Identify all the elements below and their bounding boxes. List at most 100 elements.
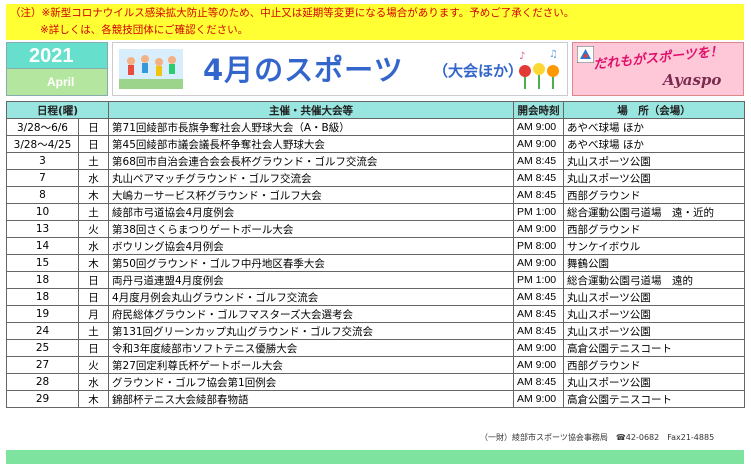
table-row: 18 日両丹弓道連盟4月度例会 PM 1:00 総合運動公園弓道場 遠的	[6, 271, 746, 289]
table-row: 3/28～6/6 日第71回綾部市長旗争奪社会人野球大会（A・B級） AM 9:00…	[6, 118, 746, 136]
cell-event: 第27回定利尊氏杯ゲートボール大会	[108, 356, 515, 374]
cell-event: 令和3年度綾部市ソフトテニス優勝大会	[108, 339, 515, 357]
column-header-venue: 場 所（会場）	[563, 101, 746, 119]
cell-date: 10	[6, 203, 79, 221]
cell-date: 3	[6, 152, 79, 170]
logo-brand: Ayaspo	[663, 71, 722, 89]
column-header-event: 主催・共催大会等	[108, 101, 515, 119]
cell-day: 木	[77, 254, 110, 272]
table-row: 15 木第50回グラウンド・ゴルフ中丹地区春季大会 AM 9:00 舞鶴公園	[6, 254, 746, 272]
cell-date: 29	[6, 390, 79, 408]
cell-time: AM 9:00	[513, 254, 565, 272]
cell-event: 第38回さくらまつりゲートボール大会	[108, 220, 515, 238]
table-row: 18 日 4月度月例会丸山グラウンド・ゴルフ交流会 AM 8:45 丸山スポーツ公園	[6, 288, 746, 306]
cell-day: 木	[77, 186, 110, 204]
cell-date: 18	[6, 271, 79, 289]
cell-day: 土	[77, 152, 110, 170]
cell-day: 日	[77, 339, 110, 357]
cell-event: 大嶋カーサービス杯グラウンド・ゴルフ大会	[108, 186, 515, 204]
cell-date: 15	[6, 254, 79, 272]
cell-day: 水	[77, 237, 110, 255]
cell-venue: 丸山スポーツ公園	[563, 152, 746, 170]
table-row: 19 月府民総体グラウンド・ゴルフマスターズ大会選考会 AM 8:45 丸山スポーツ公…	[6, 305, 746, 323]
cell-event: 両丹弓道連盟4月度例会	[108, 271, 515, 289]
notice-banner: （注）※新型コロナウイルス感染拡大防止等のため、中止又は延期等変更になる場合があ…	[6, 4, 744, 40]
cell-event: 第131回グリーンカップ丸山グラウンド・ゴルフ交流会	[108, 322, 515, 340]
table-row: 24 土第131回グリーンカップ丸山グラウンド・ゴルフ交流会 AM 8:45 丸山スポ…	[6, 322, 746, 340]
notice-line-2: ※詳しくは、各競技団体にご確認ください。	[40, 24, 249, 36]
cell-venue: 丸山スポーツ公園	[563, 169, 746, 187]
cell-event: 府民総体グラウンド・ゴルフマスターズ大会選考会	[108, 305, 515, 323]
table-row: 29 木錦部杯テニス大会綾部春物語 AM 9:00 高倉公園テニスコート	[6, 390, 746, 408]
cell-venue: 丸山スポーツ公園	[563, 373, 746, 391]
cell-time: AM 9:00	[513, 339, 565, 357]
table-row: 27 火第27回定利尊氏杯ゲートボール大会 AM 9:00 西部グラウンド	[6, 356, 746, 374]
cell-venue: 丸山スポーツ公園	[563, 322, 746, 340]
svg-text:♪: ♪	[519, 51, 525, 62]
cell-venue: 高倉公園テニスコート	[563, 339, 746, 357]
cell-venue: 西部グラウンド	[563, 186, 746, 204]
cell-event: ボウリング協会4月例会	[108, 237, 515, 255]
cell-day: 火	[77, 356, 110, 374]
cell-venue: 総合運動公園弓道場 遠的	[563, 271, 746, 289]
cell-day: 日	[77, 118, 110, 136]
cell-date: 13	[6, 220, 79, 238]
table-row: 8 木大嶋カーサービス杯グラウンド・ゴルフ大会 AM 8:45 西部グラウンド	[6, 186, 746, 204]
cell-time: AM 9:00	[513, 135, 565, 153]
cell-time: AM 9:00	[513, 118, 565, 136]
cell-day: 木	[77, 390, 110, 408]
cell-time: AM 8:45	[513, 322, 565, 340]
cell-event: 4月度月例会丸山グラウンド・ゴルフ交流会	[108, 288, 515, 306]
table-row: 10 土綾部市弓道協会4月度例会 PM 1:00 総合運動公園弓道場 遠・近的	[6, 203, 746, 221]
runners-illustration	[119, 49, 183, 89]
cell-time: AM 8:45	[513, 152, 565, 170]
cell-venue: 総合運動公園弓道場 遠・近的	[563, 203, 746, 221]
table-row: 3/28～4/25 日第45回綾部市議会議長杯争奪社会人野球大会 AM 9:00 あや…	[6, 135, 746, 153]
cell-event: 綾部市弓道協会4月度例会	[108, 203, 515, 221]
table-row: 3 土第68回市自治会連合会会長杯グラウンド・ゴルフ交流会 AM 8:45 丸山スポー…	[6, 152, 746, 170]
footer-contact: （一財）綾部市スポーツ協会事務局 ☎42-0682 Fax21-4885	[480, 433, 715, 442]
cell-time: AM 9:00	[513, 356, 565, 374]
cell-day: 日	[77, 288, 110, 306]
page-subtitle: （大会ほか）	[433, 62, 524, 80]
table-row: 14 水ボウリング協会4月例会 PM 8:00 サンケイボウル	[6, 237, 746, 255]
cell-day: 土	[77, 322, 110, 340]
cell-date: 3/28～6/6	[6, 118, 79, 136]
title-banner: 4月のスポーツ （大会ほか） ♪ ♫	[112, 42, 568, 96]
cell-date: 27	[6, 356, 79, 374]
cell-date: 19	[6, 305, 79, 323]
ayaspo-logo: だれもがスポーツを！ Ayaspo	[572, 42, 744, 96]
cell-event: 第68回市自治会連合会会長杯グラウンド・ゴルフ交流会	[108, 152, 515, 170]
cell-time: AM 9:00	[513, 220, 565, 238]
cell-time: AM 8:45	[513, 373, 565, 391]
cell-day: 水	[77, 169, 110, 187]
table-row: 28 水グラウンド・ゴルフ協会第1回例会 AM 8:45 丸山スポーツ公園	[6, 373, 746, 391]
cell-date: 25	[6, 339, 79, 357]
cell-time: AM 8:45	[513, 305, 565, 323]
cell-date: 28	[6, 373, 79, 391]
cell-venue: 西部グラウンド	[563, 220, 746, 238]
bottom-bar	[6, 450, 744, 464]
svg-text:♫: ♫	[549, 49, 558, 60]
table-row: 25 日令和3年度綾部市ソフトテニス優勝大会 AM 9:00 高倉公園テニスコート	[6, 339, 746, 357]
cell-venue: 高倉公園テニスコート	[563, 390, 746, 408]
cell-venue: 西部グラウンド	[563, 356, 746, 374]
cell-date: 24	[6, 322, 79, 340]
cell-time: AM 8:45	[513, 186, 565, 204]
cell-venue: 丸山スポーツ公園	[563, 288, 746, 306]
cell-time: AM 8:45	[513, 288, 565, 306]
cell-event: 第50回グラウンド・ゴルフ中丹地区春季大会	[108, 254, 515, 272]
cell-date: 7	[6, 169, 79, 187]
cell-venue: あやべ球場 ほか	[563, 118, 746, 136]
cell-day: 日	[77, 271, 110, 289]
notice-line-1: （注）※新型コロナウイルス感染拡大防止等のため、中止又は延期等変更になる場合があ…	[10, 7, 575, 19]
column-header-time: 開会時刻	[513, 101, 565, 119]
cell-venue: 舞鶴公園	[563, 254, 746, 272]
cell-date: 8	[6, 186, 79, 204]
cell-event: 第45回綾部市議会議長杯争奪社会人野球大会	[108, 135, 515, 153]
year-month-box: 2021 April	[6, 42, 108, 96]
month-label: April	[6, 69, 108, 96]
cell-day: 日	[77, 135, 110, 153]
logo-tagline: だれもがスポーツを！	[592, 44, 724, 73]
year-label: 2021	[6, 42, 108, 69]
